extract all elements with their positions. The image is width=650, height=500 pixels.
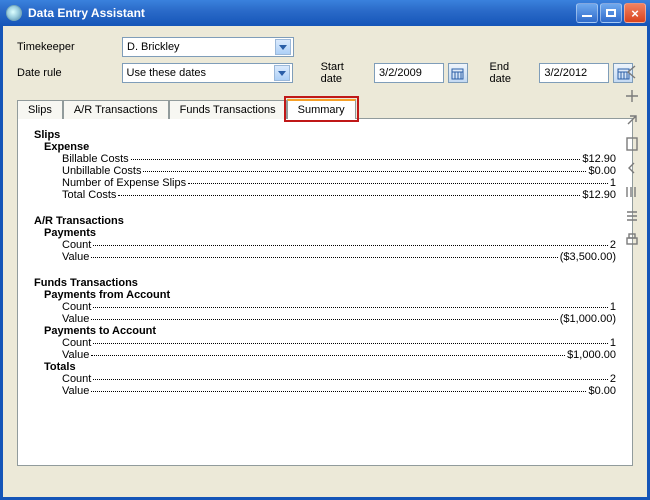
tab-bar: Slips A/R Transactions Funds Transaction… — [3, 90, 647, 118]
chevron-down-icon — [275, 39, 291, 55]
line-from-count: Count1 — [62, 301, 616, 313]
startdate-input[interactable]: 3/2/2009 — [374, 63, 444, 83]
enddate-label: End date — [490, 61, 534, 85]
line-ar-count: Count2 — [62, 239, 616, 251]
daterule-value: Use these dates — [127, 67, 274, 79]
line-to-count: Count1 — [62, 337, 616, 349]
doc-icon[interactable] — [622, 134, 642, 154]
maximize-button[interactable] — [600, 3, 622, 23]
totals-header: Totals — [44, 361, 616, 373]
line-unbillable: Unbillable Costs$0.00 — [62, 165, 616, 177]
app-icon — [6, 5, 22, 21]
startdate-label: Start date — [321, 61, 368, 85]
startdate-calendar-button[interactable] — [448, 63, 468, 83]
timekeeper-combo[interactable]: D. Brickley — [122, 37, 294, 57]
line-total-costs: Total Costs$12.90 — [62, 189, 616, 201]
timekeeper-label: Timekeeper — [17, 41, 122, 53]
daterule-combo[interactable]: Use these dates — [122, 63, 293, 83]
funds-header: Funds Transactions — [34, 277, 616, 289]
line-totals-value: Value$0.00 — [62, 385, 616, 397]
close-button[interactable]: × — [624, 3, 646, 23]
expense-header: Expense — [44, 141, 616, 153]
daterule-label: Date rule — [17, 67, 122, 79]
line-to-value: Value$1,000.00 — [62, 349, 616, 361]
minimize-button[interactable] — [576, 3, 598, 23]
to-header: Payments to Account — [44, 325, 616, 337]
line-exp-count: Number of Expense Slips1 — [62, 177, 616, 189]
filter-form: Timekeeper D. Brickley Date rule Use the… — [3, 26, 647, 90]
line-totals-count: Count2 — [62, 373, 616, 385]
line-ar-value: Value($3,500.00) — [62, 251, 616, 263]
slips-header: Slips — [34, 129, 616, 141]
calendar-icon — [451, 67, 464, 80]
tab-funds[interactable]: Funds Transactions — [169, 100, 287, 119]
tab-summary[interactable]: Summary — [287, 99, 356, 119]
enddate-input[interactable]: 3/2/2012 — [539, 63, 609, 83]
titlebar: Data Entry Assistant × — [0, 0, 650, 26]
window-title: Data Entry Assistant — [28, 6, 574, 20]
tab-slips[interactable]: Slips — [17, 100, 63, 119]
line-billable: Billable Costs$12.90 — [62, 153, 616, 165]
client-area: Timekeeper D. Brickley Date rule Use the… — [0, 26, 650, 500]
print-icon[interactable] — [622, 230, 642, 250]
list-icon[interactable] — [622, 206, 642, 226]
library-icon[interactable] — [622, 182, 642, 202]
summary-panel: Slips Expense Billable Costs$12.90 Unbil… — [17, 118, 633, 466]
from-header: Payments from Account — [44, 289, 616, 301]
tab-ar[interactable]: A/R Transactions — [63, 100, 169, 119]
nav-back-icon[interactable] — [622, 62, 642, 82]
timekeeper-value: D. Brickley — [127, 41, 275, 53]
line-from-value: Value($1,000.00) — [62, 313, 616, 325]
chevron-down-icon — [274, 65, 290, 81]
prev-icon[interactable] — [622, 158, 642, 178]
payments-header: Payments — [44, 227, 616, 239]
ar-header: A/R Transactions — [34, 215, 616, 227]
